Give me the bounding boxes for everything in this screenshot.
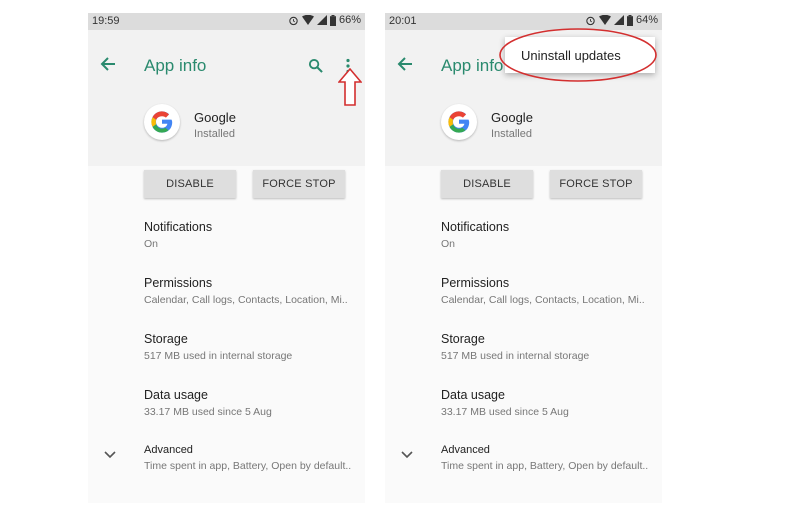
item-title: Permissions (441, 276, 510, 290)
storage-item[interactable]: Storage 517 MB used in internal storage (144, 332, 357, 362)
force-stop-button[interactable]: FORCE STOP (253, 170, 345, 198)
battery-percent: 66% (338, 14, 361, 26)
force-stop-button[interactable]: FORCE STOP (550, 170, 642, 198)
item-subtitle: 33.17 MB used since 5 Aug (144, 406, 272, 418)
status-icons: 64% (585, 14, 658, 26)
item-title: Storage (144, 332, 188, 346)
item-subtitle: Calendar, Call logs, Contacts, Location,… (441, 294, 645, 306)
status-time: 19:59 (92, 15, 120, 27)
item-title: Data usage (441, 388, 505, 402)
app-install-status: Installed (194, 128, 235, 140)
item-title: Notifications (441, 220, 510, 234)
data-usage-item[interactable]: Data usage 33.17 MB used since 5 Aug (441, 388, 654, 418)
left-phone-screen: 19:59 66% App info Google Installed DISA… (88, 13, 365, 503)
item-subtitle: Time spent in app, Battery, Open by defa… (441, 460, 649, 472)
advanced-item[interactable]: Advanced Time spent in app, Battery, Ope… (441, 444, 654, 472)
item-subtitle: On (441, 238, 456, 250)
item-subtitle: 517 MB used in internal storage (441, 350, 590, 362)
google-app-icon (441, 104, 477, 140)
item-title: Advanced (144, 444, 193, 456)
item-subtitle: 517 MB used in internal storage (144, 350, 293, 362)
right-phone-screen: 20:01 64% App info Google Installed Unin… (385, 13, 662, 503)
item-subtitle: 33.17 MB used since 5 Aug (441, 406, 569, 418)
item-subtitle: On (144, 238, 159, 250)
page-title: App info (144, 56, 207, 75)
advanced-item[interactable]: Advanced Time spent in app, Battery, Ope… (144, 444, 357, 472)
status-bar: 19:59 66% (88, 13, 365, 30)
alarm-icon (289, 16, 298, 25)
page-title: App info (441, 56, 504, 75)
item-title: Storage (441, 332, 485, 346)
item-title: Notifications (144, 220, 213, 234)
item-subtitle: Time spent in app, Battery, Open by defa… (144, 460, 352, 472)
item-title: Permissions (144, 276, 213, 290)
status-time: 20:01 (389, 15, 417, 27)
battery-percent: 64% (635, 14, 658, 26)
item-title: Advanced (441, 444, 490, 456)
alarm-icon (586, 16, 595, 25)
annotation-arrow-icon (338, 68, 362, 106)
annotation-ellipse-icon (499, 28, 657, 82)
storage-item[interactable]: Storage 517 MB used in internal storage (441, 332, 654, 362)
back-arrow-icon[interactable] (100, 56, 116, 72)
signal-icon (613, 15, 624, 25)
battery-icon (329, 14, 336, 26)
app-header: App info Google Installed (88, 30, 365, 166)
permissions-item[interactable]: Permissions Calendar, Call logs, Contact… (441, 276, 654, 306)
item-subtitle: Calendar, Call logs, Contacts, Location,… (144, 294, 348, 306)
permissions-item[interactable]: Permissions Calendar, Call logs, Contact… (144, 276, 357, 306)
screenshot-page: 19:59 66% App info Google Installed DISA… (0, 0, 803, 510)
battery-icon (626, 14, 633, 26)
app-install-status: Installed (491, 128, 532, 140)
google-g-icon (448, 111, 470, 133)
status-icons: 66% (288, 14, 361, 26)
notifications-item[interactable]: Notifications On (144, 220, 357, 250)
app-name: Google (194, 110, 236, 125)
chevron-down-icon[interactable] (104, 451, 116, 459)
signal-icon (316, 15, 327, 25)
wifi-icon (301, 15, 314, 25)
disable-button[interactable]: DISABLE (441, 170, 533, 198)
search-icon[interactable] (308, 58, 323, 73)
chevron-down-icon[interactable] (401, 451, 413, 459)
back-arrow-icon[interactable] (397, 56, 413, 72)
notifications-item[interactable]: Notifications On (441, 220, 654, 250)
item-title: Data usage (144, 388, 208, 402)
google-app-icon (144, 104, 180, 140)
disable-button[interactable]: DISABLE (144, 170, 236, 198)
data-usage-item[interactable]: Data usage 33.17 MB used since 5 Aug (144, 388, 357, 418)
app-name: Google (491, 110, 533, 125)
google-g-icon (151, 111, 173, 133)
wifi-icon (598, 15, 611, 25)
